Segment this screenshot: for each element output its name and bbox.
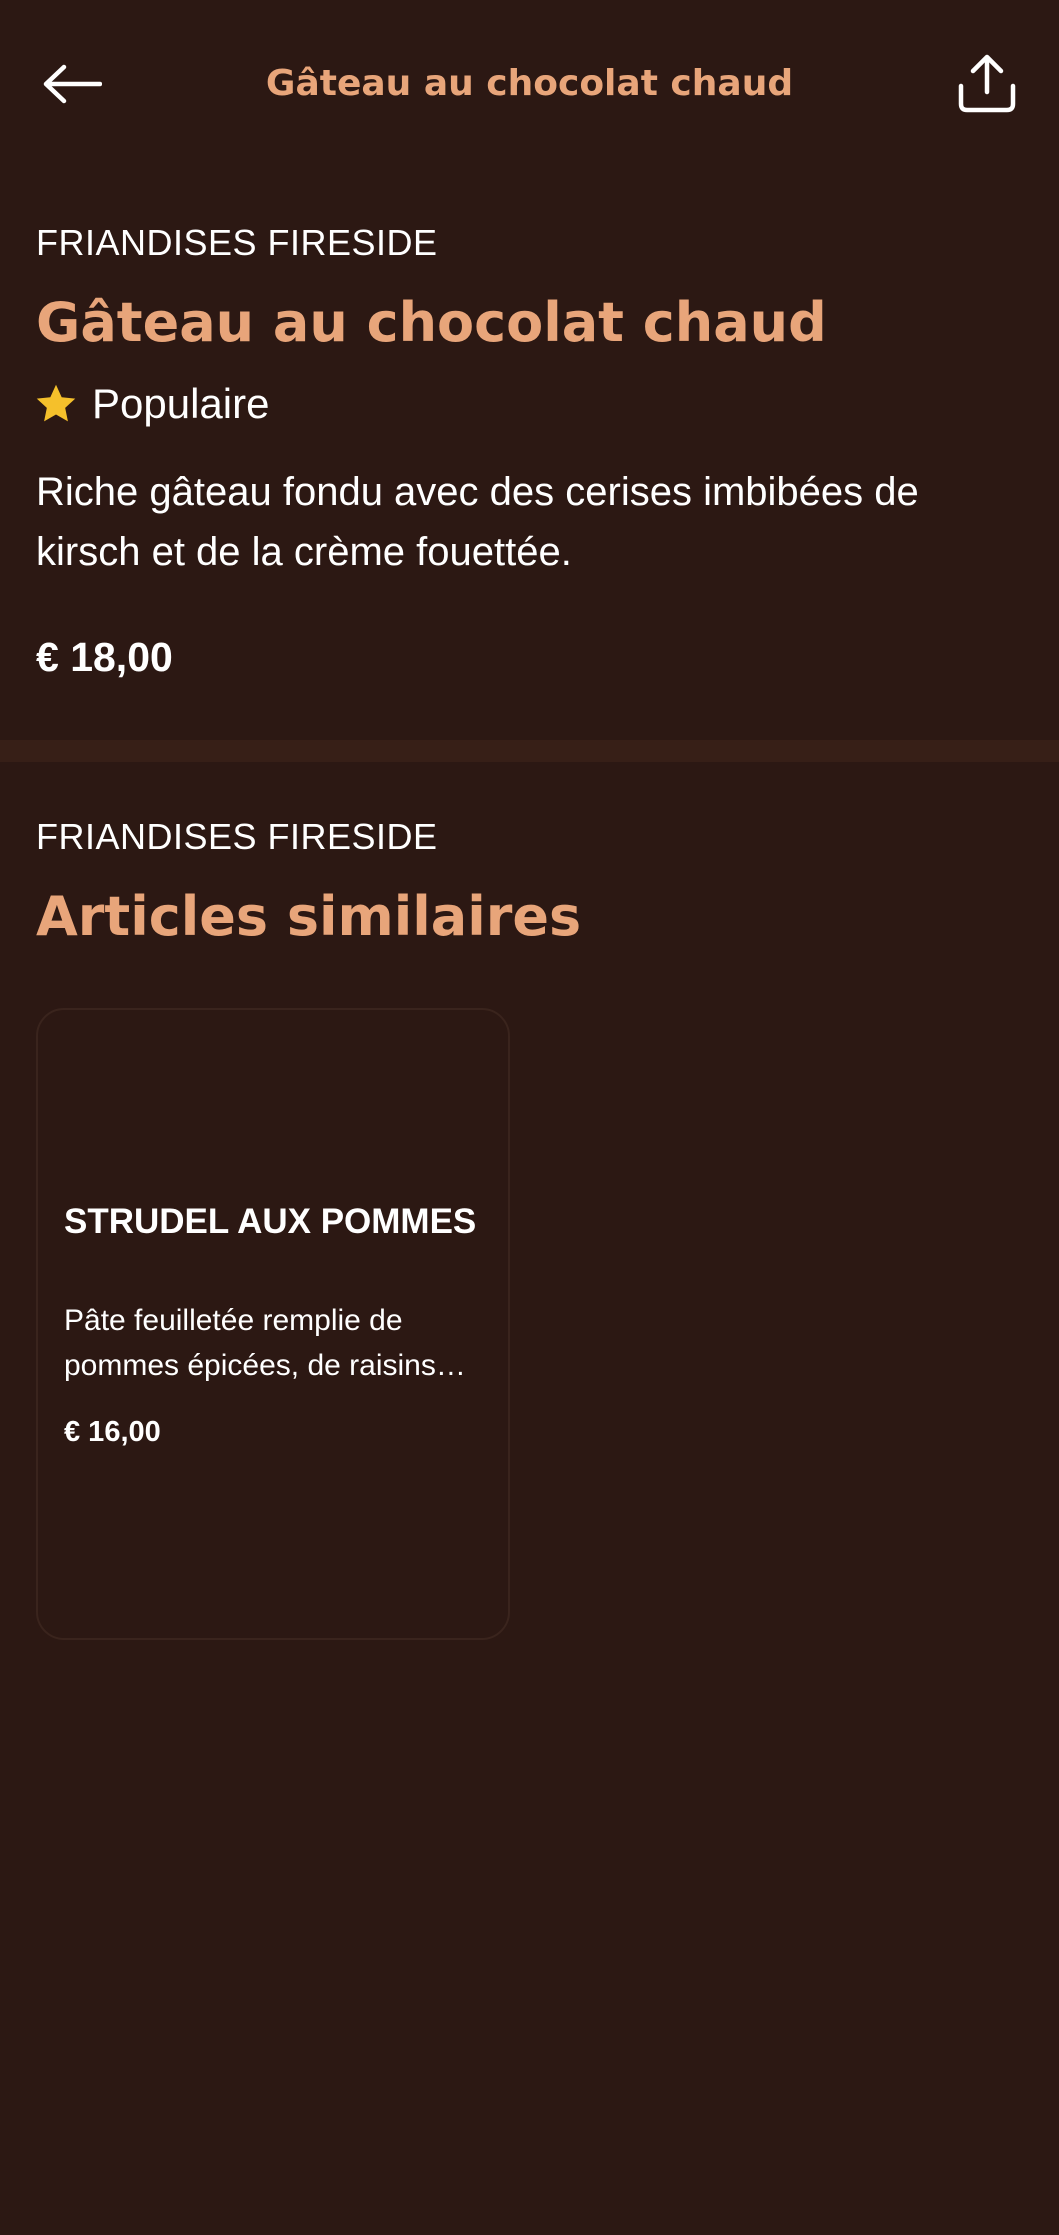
similar-items-title: Articles similaires: [36, 885, 582, 948]
section-divider: [0, 740, 1059, 762]
product-description: Riche gâteau fondu avec des cerises imbi…: [36, 470, 919, 574]
arrow-left-icon: [43, 64, 102, 104]
popular-badge: Populaire: [34, 380, 269, 428]
back-button[interactable]: [30, 42, 114, 126]
badge-label: Populaire: [92, 380, 270, 427]
product-price: € 18,00: [36, 634, 173, 680]
share-icon: [958, 54, 1016, 113]
similar-category: FRIANDISES FIRESIDE: [36, 816, 438, 857]
similar-item-price: € 16,00: [64, 1416, 161, 1448]
share-button[interactable]: [945, 42, 1029, 126]
product-title: Gâteau au chocolat chaud: [36, 291, 827, 354]
similar-item-description: Pâte feuilletée remplie de pommes épicée…: [64, 1304, 466, 1382]
product-category: FRIANDISES FIRESIDE: [36, 222, 438, 263]
similar-item-name: STRUDEL AUX POMMES: [64, 1202, 477, 1241]
similar-item-card[interactable]: STRUDEL AUX POMMES Pâte feuilletée rempl…: [36, 1008, 510, 1640]
star-icon: [36, 384, 76, 422]
top-bar-title: Gâteau au chocolat chaud: [265, 63, 794, 104]
top-app-bar: Gâteau au chocolat chaud: [0, 0, 1059, 170]
